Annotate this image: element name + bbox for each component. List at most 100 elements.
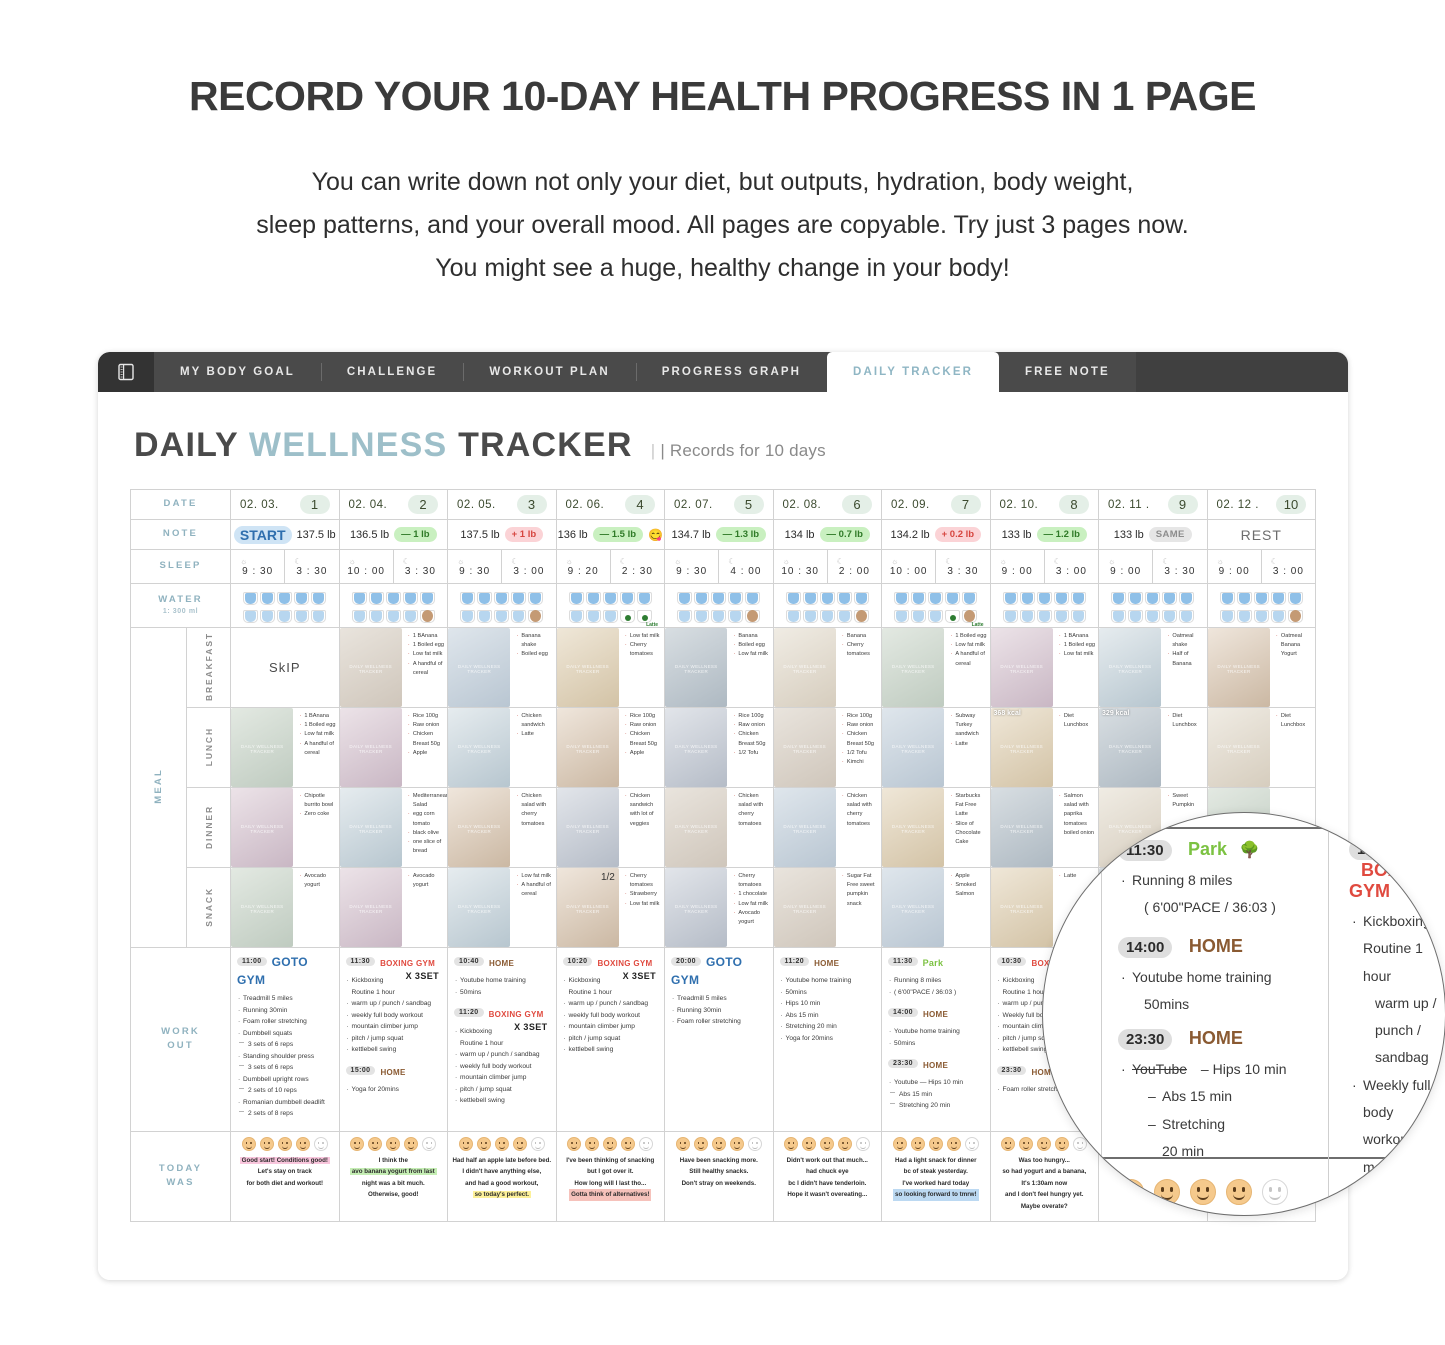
water-cup[interactable] bbox=[1128, 607, 1144, 623]
water-cup[interactable] bbox=[711, 589, 727, 605]
water-cup[interactable] bbox=[419, 589, 435, 605]
water-cup[interactable] bbox=[619, 589, 635, 605]
notebook-icon[interactable] bbox=[98, 352, 154, 392]
sleep-cell[interactable]: ☼ 9 : 30 ☾ 4 : 00 bbox=[664, 549, 774, 584]
note-cell[interactable]: 134 lb — 0.7 lb bbox=[772, 519, 883, 550]
today-note[interactable]: Had a light snack for dinner bc of steak … bbox=[886, 1155, 986, 1201]
meal-cell[interactable]: DAILY WELLNESS TRACKER Rice 100gRaw onion… bbox=[338, 707, 449, 788]
water-cup[interactable] bbox=[636, 607, 652, 623]
bed-time-group[interactable]: ☾ 3 : 30 bbox=[284, 550, 338, 583]
note-cell[interactable]: 133 lb SAME bbox=[1098, 519, 1208, 550]
mood-face-icon[interactable] bbox=[422, 1136, 437, 1151]
meal-cell[interactable]: DAILY WELLNESS TRACKER BananaBoiled eggLo… bbox=[664, 627, 774, 708]
water-cup[interactable] bbox=[1070, 607, 1086, 623]
meal-cell[interactable]: DAILY WELLNESS TRACKER Chicken sandwich w… bbox=[555, 787, 666, 868]
meal-cell[interactable]: DAILY WELLNESS TRACKER Low fat milkA hand… bbox=[447, 867, 557, 948]
meal-photo[interactable]: DAILY WELLNESS TRACKER bbox=[339, 788, 402, 867]
meal-photo[interactable]: DAILY WELLNESS TRACKER bbox=[882, 628, 945, 707]
wake-time-group[interactable]: ☼ 10 : 00 bbox=[340, 550, 393, 583]
date-cell[interactable]: 02. 09. 7 bbox=[881, 489, 991, 520]
meal-cell[interactable]: DAILY WELLNESS TRACKER Low fat milkCherry… bbox=[555, 627, 666, 708]
wake-time-group[interactable]: ☼ 10 : 00 bbox=[882, 550, 935, 583]
today-note[interactable]: Have been snacking more. Still healthy sn… bbox=[669, 1155, 769, 1189]
water-cup[interactable] bbox=[1287, 607, 1303, 623]
water-cell[interactable]: Latte bbox=[881, 583, 991, 628]
mood-face-icon[interactable] bbox=[476, 1136, 491, 1151]
meal-photo[interactable]: DAILY WELLNESS TRACKER bbox=[665, 628, 728, 707]
water-cup[interactable] bbox=[385, 589, 401, 605]
meal-photo[interactable]: DAILY WELLNESS TRACKER bbox=[1099, 628, 1162, 707]
bed-time-group[interactable]: ☾ 3 : 00 bbox=[501, 550, 555, 583]
water-cup[interactable] bbox=[385, 607, 401, 623]
mood-face-icon[interactable] bbox=[729, 1136, 744, 1151]
water-cell[interactable] bbox=[338, 583, 449, 628]
tab-progress-graph[interactable]: PROGRESS GRAPH bbox=[635, 352, 827, 392]
meal-cell[interactable]: DAILY WELLNESS TRACKER Avocado yogurt bbox=[338, 867, 449, 948]
meal-photo[interactable]: DAILY WELLNESS TRACKER bbox=[665, 708, 728, 787]
water-cup[interactable] bbox=[802, 607, 818, 623]
meal-photo[interactable]: DAILY WELLNESS TRACKER bbox=[1207, 708, 1270, 787]
water-cup[interactable] bbox=[945, 607, 961, 623]
sleep-cell[interactable]: ☼ 9 : 00 ☾ 3 : 00 bbox=[989, 549, 1100, 584]
tab-challenge[interactable]: CHALLENGE bbox=[320, 352, 463, 392]
water-cell[interactable] bbox=[772, 583, 883, 628]
water-cup[interactable] bbox=[785, 589, 801, 605]
tab-workout-plan[interactable]: WORKOUT PLAN bbox=[463, 352, 635, 392]
mood-face-icon[interactable] bbox=[313, 1136, 328, 1151]
water-cup[interactable] bbox=[894, 589, 910, 605]
meal-cell[interactable]: DAILY WELLNESS TRACKER Chicken salad with… bbox=[664, 787, 774, 868]
meal-photo[interactable]: 329 kcal DAILY WELLNESS TRACKER bbox=[1099, 708, 1162, 787]
meal-photo[interactable]: DAILY WELLNESS TRACKER bbox=[339, 868, 402, 947]
water-cup[interactable] bbox=[728, 607, 744, 623]
mood-face-icon[interactable] bbox=[386, 1136, 401, 1151]
water-cup[interactable] bbox=[1162, 607, 1178, 623]
mood-face-icon[interactable] bbox=[1190, 1179, 1216, 1206]
mood-face-icon[interactable] bbox=[693, 1136, 708, 1151]
meal-photo[interactable]: DAILY WELLNESS TRACKER bbox=[231, 708, 294, 787]
meal-photo[interactable]: DAILY WELLNESS TRACKER bbox=[773, 788, 836, 867]
mood-face-icon[interactable] bbox=[838, 1136, 853, 1151]
note-cell[interactable]: 136 lb — 1.5 lb 😋 bbox=[555, 519, 666, 550]
meal-cell[interactable]: 1/2 DAILY WELLNESS TRACKER Cherry tomatoes… bbox=[555, 867, 666, 948]
water-cup[interactable] bbox=[1253, 589, 1269, 605]
today-was-cell[interactable]: Have been snacking more. Still healthy sn… bbox=[664, 1130, 774, 1222]
note-cell[interactable]: START 137.5 lb bbox=[230, 519, 340, 550]
meal-cell[interactable]: DAILY WELLNESS TRACKER Subway Turkey sand… bbox=[881, 707, 991, 788]
workout-cell[interactable]: 20:00GOTO GYMTreadmill 5 milesRunning 30… bbox=[664, 947, 774, 1132]
mood-face-icon[interactable] bbox=[1262, 1179, 1288, 1206]
meal-cell[interactable]: DAILY WELLNESS TRACKER Chicken sandwichLa… bbox=[447, 707, 557, 788]
water-cup[interactable] bbox=[802, 589, 818, 605]
tab-daily-tracker[interactable]: DAILY TRACKER bbox=[827, 352, 999, 392]
workout-cell[interactable]: 10:40 HOME Youtube home training50mins 11:2… bbox=[447, 947, 557, 1132]
mood-face-icon[interactable] bbox=[946, 1136, 961, 1151]
mood-face-icon[interactable] bbox=[784, 1136, 799, 1151]
meal-cell[interactable]: DAILY WELLNESS TRACKER Diet Lunchbox bbox=[1206, 707, 1317, 788]
water-cup[interactable] bbox=[402, 589, 418, 605]
bed-time-group[interactable]: ☾ 3 : 00 bbox=[1043, 550, 1098, 583]
water-cell[interactable]: Latte bbox=[555, 583, 666, 628]
today-note[interactable]: I think the avo banana yogurt from last ni… bbox=[344, 1155, 444, 1201]
water-cup[interactable] bbox=[260, 589, 276, 605]
meal-photo[interactable]: 368 kcal DAILY WELLNESS TRACKER bbox=[990, 708, 1053, 787]
date-cell[interactable]: 02. 04. 2 bbox=[338, 489, 449, 520]
water-cup[interactable] bbox=[1036, 589, 1052, 605]
water-cell[interactable] bbox=[230, 583, 340, 628]
mood-face-icon[interactable] bbox=[747, 1136, 762, 1151]
water-cup[interactable] bbox=[853, 589, 869, 605]
bed-time-group[interactable]: ☾ 4 : 00 bbox=[718, 550, 772, 583]
water-cup[interactable] bbox=[460, 607, 476, 623]
water-cup[interactable] bbox=[1236, 589, 1252, 605]
meal-cell[interactable]: DAILY WELLNESS TRACKER 1 BAnana1 Boiled e… bbox=[230, 707, 340, 788]
water-cup[interactable] bbox=[1019, 589, 1035, 605]
water-cup[interactable] bbox=[1002, 607, 1018, 623]
sleep-cell[interactable]: ☼ 9 : 30 ☾ 3 : 30 bbox=[230, 549, 340, 584]
bed-time-group[interactable]: ☾ 2 : 30 bbox=[609, 550, 664, 583]
sleep-cell[interactable]: ☼ 10 : 00 ☾ 3 : 30 bbox=[881, 549, 991, 584]
sleep-cell[interactable]: ☼ 9 : 00 ☾ 3 : 00 bbox=[1206, 549, 1317, 584]
meal-photo[interactable]: DAILY WELLNESS TRACKER bbox=[665, 788, 728, 867]
water-cup[interactable] bbox=[294, 589, 310, 605]
water-cup[interactable] bbox=[1019, 607, 1035, 623]
water-cup[interactable] bbox=[277, 589, 293, 605]
mood-face-icon[interactable] bbox=[1019, 1136, 1034, 1151]
water-cup[interactable] bbox=[1162, 589, 1178, 605]
